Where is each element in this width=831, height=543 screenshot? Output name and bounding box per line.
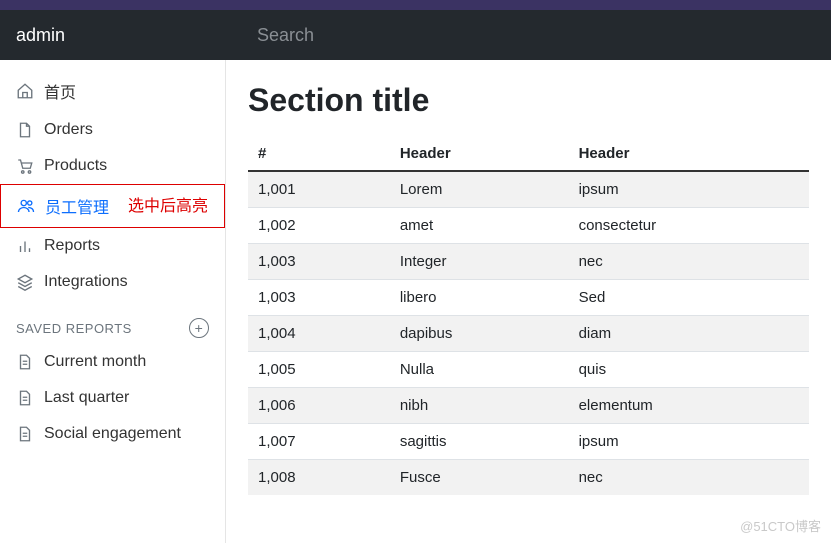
table-cell: 1,006 xyxy=(248,388,390,424)
annotation-text: 选中后高亮 xyxy=(128,192,208,216)
table-cell: elementum xyxy=(569,388,809,424)
search-input[interactable] xyxy=(241,17,831,54)
table-cell: 1,002 xyxy=(248,208,390,244)
table-cell: sagittis xyxy=(390,424,569,460)
search-wrap xyxy=(241,10,831,60)
sidebar-item-label: 员工管理 xyxy=(45,194,109,218)
table-cell: consectetur xyxy=(569,208,809,244)
table-cell: dapibus xyxy=(390,316,569,352)
table-row: 1,004dapibusdiam xyxy=(248,316,809,352)
file-icon xyxy=(16,121,34,139)
file-text-icon xyxy=(16,353,34,371)
add-report-button[interactable]: + xyxy=(189,318,209,338)
table-cell: nec xyxy=(569,244,809,280)
table-row: 1,001Loremipsum xyxy=(248,171,809,208)
table-cell: libero xyxy=(390,280,569,316)
table-row: 1,002ametconsectetur xyxy=(248,208,809,244)
watermark: @51CTO博客 xyxy=(740,516,821,535)
sidebar-item-integrations[interactable]: Integrations xyxy=(0,264,225,300)
table-cell: diam xyxy=(569,316,809,352)
cart-icon xyxy=(16,157,34,175)
users-icon xyxy=(17,197,35,215)
sidebar-item-orders[interactable]: Orders xyxy=(0,112,225,148)
highlight-annotation-wrap: 员工管理 选中后高亮 xyxy=(0,184,225,228)
table-row: 1,008Fuscenec xyxy=(248,460,809,496)
accent-bar xyxy=(0,0,831,10)
saved-report-label: Current month xyxy=(44,353,146,371)
table-cell: 1,007 xyxy=(248,424,390,460)
sidebar-item-label: Orders xyxy=(44,121,93,139)
table-cell: ipsum xyxy=(569,424,809,460)
file-text-icon xyxy=(16,389,34,407)
table-cell: 1,001 xyxy=(248,171,390,208)
table-cell: amet xyxy=(390,208,569,244)
table-row: 1,003Integernec xyxy=(248,244,809,280)
table-row: 1,003liberoSed xyxy=(248,280,809,316)
sidebar-item-reports[interactable]: Reports xyxy=(0,228,225,264)
saved-report-social-engagement[interactable]: Social engagement xyxy=(0,416,225,452)
table-cell: nec xyxy=(569,460,809,496)
file-text-icon xyxy=(16,425,34,443)
table-cell: nibh xyxy=(390,388,569,424)
table-cell: 1,003 xyxy=(248,244,390,280)
table-cell: 1,008 xyxy=(248,460,390,496)
table-cell: Fusce xyxy=(390,460,569,496)
table-row: 1,006nibhelementum xyxy=(248,388,809,424)
table-row: 1,005Nullaquis xyxy=(248,352,809,388)
table-cell: 1,003 xyxy=(248,280,390,316)
table-cell: Nulla xyxy=(390,352,569,388)
sidebar-item-label: Reports xyxy=(44,237,100,255)
bar-chart-icon xyxy=(16,237,34,255)
table-cell: Lorem xyxy=(390,171,569,208)
table-row: 1,007sagittisipsum xyxy=(248,424,809,460)
data-table: # Header Header 1,001Loremipsum1,002amet… xyxy=(248,137,809,495)
sidebar-item-label: Products xyxy=(44,157,107,175)
saved-report-label: Last quarter xyxy=(44,389,129,407)
layers-icon xyxy=(16,273,34,291)
topbar: admin xyxy=(0,10,831,60)
saved-report-current-month[interactable]: Current month xyxy=(0,344,225,380)
col-id: # xyxy=(248,137,390,171)
table-cell: 1,005 xyxy=(248,352,390,388)
main: Section title # Header Header 1,001Lorem… xyxy=(226,60,831,543)
section-heading-label: SAVED REPORTS xyxy=(16,321,132,336)
brand[interactable]: admin xyxy=(0,10,241,60)
sidebar: 首页 Orders Products 员工管理 选中后高亮 Reports xyxy=(0,60,226,543)
col-header: Header xyxy=(569,137,809,171)
table-cell: Sed xyxy=(569,280,809,316)
col-header: Header xyxy=(390,137,569,171)
saved-report-last-quarter[interactable]: Last quarter xyxy=(0,380,225,416)
sidebar-item-label: 首页 xyxy=(44,79,76,103)
sidebar-item-products[interactable]: Products xyxy=(0,148,225,184)
table-header-row: # Header Header xyxy=(248,137,809,171)
table-cell: quis xyxy=(569,352,809,388)
home-icon xyxy=(16,82,34,100)
saved-report-label: Social engagement xyxy=(44,425,181,443)
sidebar-item-label: Integrations xyxy=(44,273,128,291)
table-cell: ipsum xyxy=(569,171,809,208)
table-cell: 1,004 xyxy=(248,316,390,352)
table-cell: Integer xyxy=(390,244,569,280)
saved-reports-heading: SAVED REPORTS + xyxy=(0,300,225,344)
sidebar-item-home[interactable]: 首页 xyxy=(0,70,225,112)
page-title: Section title xyxy=(248,82,809,119)
